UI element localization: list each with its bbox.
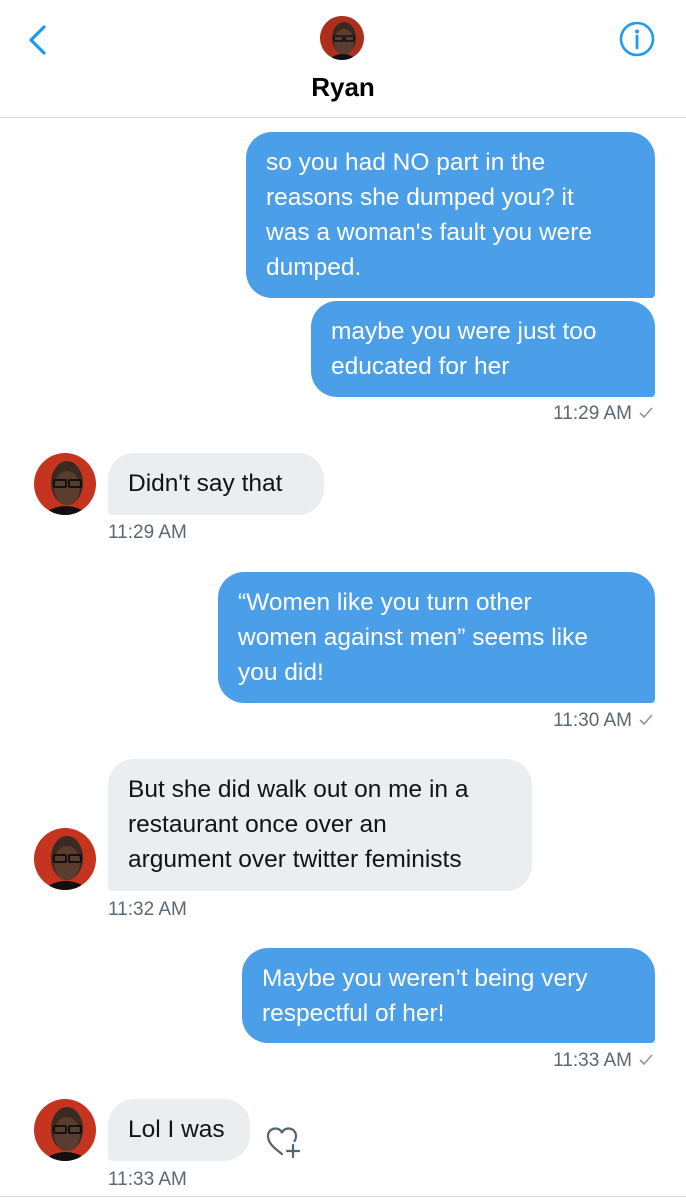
message-bubble-received[interactable]: Lol I was xyxy=(108,1099,250,1161)
sent-check-icon xyxy=(639,1054,653,1066)
timestamp-text: 11:29 AM xyxy=(553,403,632,424)
message-timestamp: 11:29 AM xyxy=(108,522,187,543)
contact-name[interactable]: Ryan xyxy=(0,72,686,103)
timestamp-text: 11:33 AM xyxy=(553,1050,632,1071)
conversation-header: Ryan xyxy=(0,0,686,118)
sender-avatar[interactable] xyxy=(34,828,96,890)
contact-avatar[interactable] xyxy=(320,16,364,60)
message-timestamp: 11:33 AM xyxy=(553,1050,654,1072)
header-divider xyxy=(0,117,686,118)
chevron-left-icon xyxy=(29,25,46,55)
message-bubble-received[interactable]: But she did walk out on me in a restaura… xyxy=(108,759,532,891)
message-bubble-sent[interactable]: “Women like you turn other women against… xyxy=(218,572,655,703)
back-button[interactable] xyxy=(22,20,58,60)
sent-check-icon xyxy=(639,407,653,419)
dm-conversation: Ryan so you had NO part in the reasons s… xyxy=(0,0,686,1200)
message-timestamp: 11:30 AM xyxy=(553,710,654,732)
add-reaction-heart-icon xyxy=(266,1127,301,1159)
message-timestamp: 11:33 AM xyxy=(108,1169,187,1190)
timestamp-text: 11:30 AM xyxy=(553,710,632,731)
message-timestamp: 11:29 AM xyxy=(553,403,654,425)
sent-check-icon xyxy=(639,714,653,726)
sender-avatar[interactable] xyxy=(34,453,96,515)
info-button[interactable] xyxy=(618,20,656,58)
add-reaction-button[interactable] xyxy=(264,1122,304,1162)
message-timestamp: 11:32 AM xyxy=(108,899,187,920)
message-bubble-sent[interactable]: Maybe you weren’t being very respectful … xyxy=(242,948,655,1043)
message-bubble-received[interactable]: Didn't say that xyxy=(108,453,324,515)
info-icon xyxy=(619,21,655,57)
sender-avatar[interactable] xyxy=(34,1099,96,1161)
message-bubble-sent[interactable]: maybe you were just too educated for her xyxy=(311,301,655,397)
composer-divider xyxy=(0,1196,686,1197)
message-bubble-sent[interactable]: so you had NO part in the reasons she du… xyxy=(246,132,655,298)
